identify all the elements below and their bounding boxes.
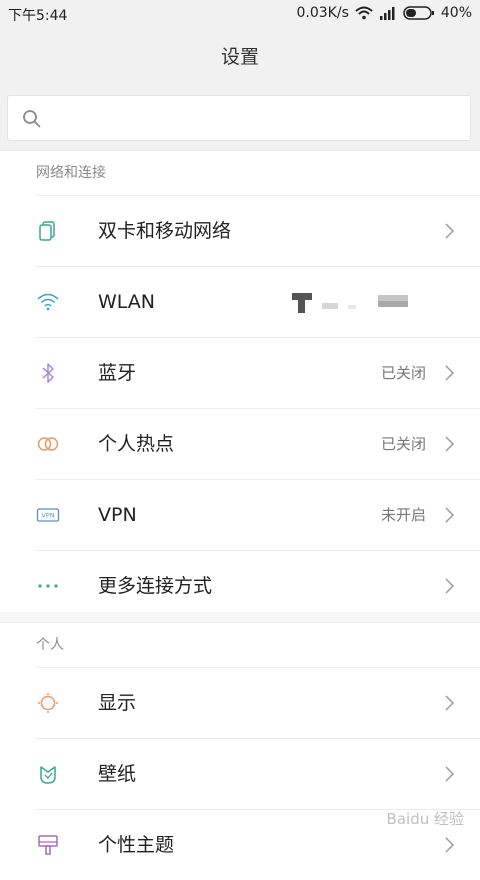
cell-signal-icon [379,7,395,20]
chevron-right-icon [445,578,455,594]
row-label: 显示 [98,692,137,714]
sim-card-icon [39,221,55,241]
row-value: 已关闭 [380,435,426,453]
settings-row-hotspot[interactable]: 个人热点 已关闭 [36,408,480,479]
settings-row-bluetooth[interactable]: 蓝牙 已关闭 [36,337,480,408]
search-icon [23,110,41,128]
settings-row-display[interactable]: 显示 [36,667,480,738]
settings-row-dual-sim[interactable]: 双卡和移动网络 [36,195,480,266]
row-label: 个人热点 [98,433,175,455]
display-sun-icon [38,693,58,713]
network-speed: 0.03K/s [296,5,349,21]
wallpaper-icon [40,766,56,784]
search-area [0,86,480,150]
section-gap [0,612,480,622]
row-value: 未开启 [380,506,426,524]
section-network: 网络和连接 双卡和移动网络 WLAN 蓝牙 已关闭 个人热点 已关闭 VPN V… [0,150,480,621]
vpn-icon: VPN [36,508,60,522]
wifi-signal-icon [355,6,373,20]
battery-percent: 40% [440,5,472,21]
svg-text:VPN: VPN [41,512,54,520]
section-header: 网络和连接 [36,165,106,181]
bluetooth-icon [42,363,54,383]
theme-brush-icon [38,835,58,855]
status-time: 下午5:44 [8,8,68,24]
search-input[interactable] [52,96,456,142]
chevron-right-icon [445,436,455,452]
more-dots-icon [38,584,58,588]
chevron-right-icon [445,837,455,853]
watermark: Baidu 经验 [386,810,464,828]
row-value: 已关闭 [380,364,426,382]
row-label: 蓝牙 [98,362,137,384]
hotspot-icon [37,437,59,451]
chevron-right-icon [445,507,455,523]
page-title: 设置 [0,28,480,86]
settings-row-wlan[interactable]: WLAN [36,266,480,337]
row-label: VPN [98,504,137,526]
settings-row-more-connections[interactable]: 更多连接方式 [36,550,480,621]
section-personal: 个人 显示 壁纸 个性主题 [0,622,480,880]
status-bar: 下午5:44 0.03K/s 40% [0,0,480,28]
chevron-right-icon [445,365,455,381]
row-label: 更多连接方式 [98,575,213,597]
section-header: 个人 [36,637,64,653]
battery-icon [403,6,434,20]
row-label: 壁纸 [98,763,137,785]
row-label: 双卡和移动网络 [98,220,232,242]
settings-row-wallpaper[interactable]: 壁纸 [36,738,480,809]
chevron-right-icon [445,766,455,782]
search-box[interactable] [7,95,471,142]
chevron-right-icon [445,223,455,239]
status-right: 0.03K/s 40% [297,5,473,21]
blurred-network-name [292,293,408,313]
chevron-right-icon [445,695,455,711]
settings-row-vpn[interactable]: VPN VPN 未开启 [36,479,480,550]
row-label: 个性主题 [98,834,175,856]
